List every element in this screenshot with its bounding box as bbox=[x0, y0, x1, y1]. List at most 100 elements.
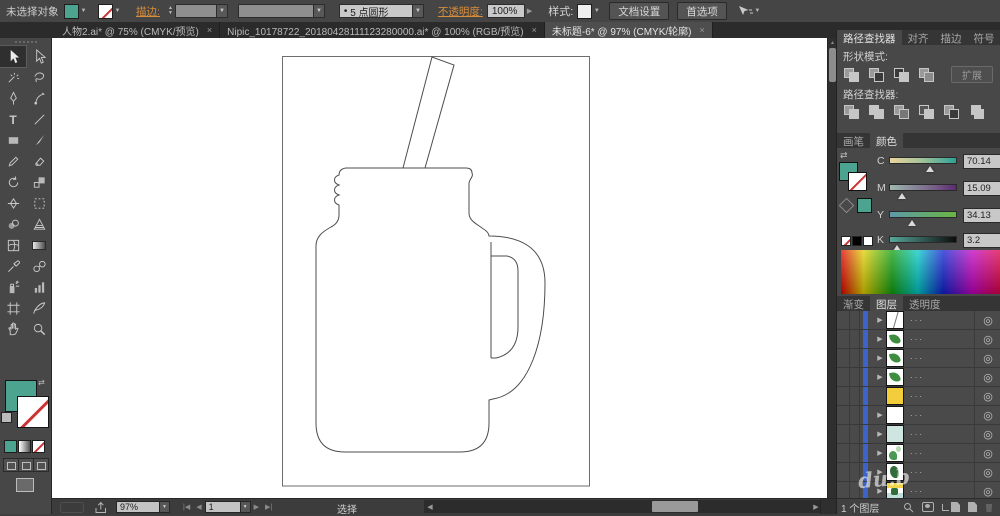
cyan-value[interactable]: 70.14 bbox=[963, 154, 1000, 169]
color-mode-button[interactable] bbox=[4, 440, 17, 453]
color-spectrum-bar[interactable] bbox=[841, 250, 1000, 294]
zoom-level-box[interactable]: 97% bbox=[116, 501, 160, 513]
fill-color-swatch[interactable] bbox=[64, 4, 79, 19]
stroke-color-swatch[interactable] bbox=[98, 4, 113, 19]
curvature-pen-tool[interactable] bbox=[26, 88, 52, 109]
hand-tool[interactable] bbox=[0, 319, 26, 340]
layer-row[interactable] bbox=[837, 463, 1000, 482]
layer-thumbnail[interactable] bbox=[886, 368, 904, 386]
last-artboard-icon[interactable] bbox=[265, 503, 272, 511]
perspective-grid-tool[interactable] bbox=[26, 214, 52, 235]
draw-inside-button[interactable] bbox=[34, 459, 48, 471]
layer-row[interactable] bbox=[837, 444, 1000, 463]
swap-fill-stroke-icon[interactable]: ⇄ bbox=[38, 378, 45, 387]
document-setup-button[interactable]: 文档设置 bbox=[609, 2, 669, 20]
locate-object-icon[interactable] bbox=[903, 502, 914, 513]
horizontal-scrollbar[interactable] bbox=[424, 500, 822, 513]
target-circle-icon[interactable] bbox=[974, 425, 1000, 443]
free-transform-tool[interactable] bbox=[26, 193, 52, 214]
expand-triangle-icon[interactable] bbox=[874, 316, 886, 324]
layer-thumbnail[interactable] bbox=[886, 444, 904, 462]
draw-behind-button[interactable] bbox=[19, 459, 34, 471]
rectangle-tool[interactable] bbox=[0, 130, 26, 151]
layer-row[interactable] bbox=[837, 482, 1000, 498]
clipping-mask-icon[interactable] bbox=[922, 502, 934, 512]
layer-row[interactable] bbox=[837, 425, 1000, 444]
expand-triangle-icon[interactable] bbox=[874, 430, 886, 438]
preferences-button[interactable]: 首选项 bbox=[677, 2, 727, 20]
merge-button[interactable] bbox=[893, 104, 911, 119]
expand-triangle-icon[interactable] bbox=[874, 354, 886, 362]
brush-preset-box[interactable]: • 5 点圆形 bbox=[339, 4, 413, 18]
close-tab-icon[interactable]: × bbox=[532, 25, 537, 35]
exclude-button[interactable] bbox=[918, 67, 936, 82]
stroke-weight-dropdown-icon[interactable] bbox=[217, 4, 228, 18]
minus-front-button[interactable] bbox=[868, 67, 886, 82]
line-segment-tool[interactable] bbox=[26, 109, 52, 130]
target-circle-icon[interactable] bbox=[974, 330, 1000, 348]
artboard-dropdown-icon[interactable] bbox=[241, 501, 251, 513]
gamut-color-chip[interactable] bbox=[857, 198, 872, 213]
cyan-slider[interactable] bbox=[889, 157, 957, 164]
yellow-slider[interactable] bbox=[889, 211, 957, 218]
width-profile-dropdown-icon[interactable] bbox=[314, 4, 325, 18]
expand-triangle-icon[interactable] bbox=[874, 487, 886, 495]
slice-tool[interactable] bbox=[26, 298, 52, 319]
close-tab-icon[interactable]: × bbox=[207, 25, 212, 35]
style-swatch[interactable] bbox=[577, 4, 592, 19]
layer-thumbnail[interactable] bbox=[886, 482, 904, 498]
blend-tool[interactable] bbox=[26, 256, 52, 277]
eyedropper-tool[interactable] bbox=[0, 256, 26, 277]
layer-thumbnail[interactable] bbox=[886, 311, 904, 329]
black-slider[interactable] bbox=[889, 236, 957, 243]
opacity-flyout-icon[interactable] bbox=[527, 7, 532, 15]
direct-selection-tool[interactable] bbox=[26, 46, 52, 67]
opacity-value-box[interactable]: 100% bbox=[487, 4, 525, 18]
symbol-sprayer-tool[interactable] bbox=[0, 277, 26, 298]
target-circle-icon[interactable] bbox=[974, 311, 1000, 329]
panel-grip[interactable] bbox=[0, 38, 51, 46]
type-tool[interactable]: T bbox=[0, 109, 26, 130]
tab-brushes[interactable]: 画笔 bbox=[837, 133, 870, 148]
layer-row[interactable] bbox=[837, 330, 1000, 349]
next-artboard-icon[interactable] bbox=[254, 503, 259, 511]
crop-button[interactable] bbox=[918, 104, 936, 119]
opacity-panel-link[interactable]: 不透明度: bbox=[438, 4, 483, 19]
mesh-tool[interactable] bbox=[0, 235, 26, 256]
target-circle-icon[interactable] bbox=[974, 482, 1000, 498]
layer-thumbnail[interactable] bbox=[886, 330, 904, 348]
expand-triangle-icon[interactable] bbox=[874, 449, 886, 457]
layer-thumbnail[interactable] bbox=[886, 387, 904, 405]
magenta-slider[interactable] bbox=[889, 184, 957, 191]
new-sublayer-icon[interactable] bbox=[942, 502, 960, 512]
tab-transparency[interactable]: 透明度 bbox=[903, 296, 947, 311]
white-swatch[interactable] bbox=[863, 236, 873, 246]
black-value[interactable]: 3.2 bbox=[963, 233, 1000, 248]
stroke-proxy-swatch[interactable] bbox=[17, 396, 49, 428]
scroll-left-icon[interactable] bbox=[424, 500, 436, 513]
layer-row[interactable] bbox=[837, 349, 1000, 368]
outline-button[interactable] bbox=[943, 104, 961, 119]
color-swap-icon[interactable]: ⇄ bbox=[840, 150, 848, 161]
gradient-mode-button[interactable] bbox=[18, 440, 31, 453]
pencil-tool[interactable] bbox=[0, 151, 26, 172]
yellow-value[interactable]: 34.13 bbox=[963, 208, 1000, 223]
zoom-dropdown-icon[interactable] bbox=[160, 501, 170, 513]
fill-dropdown-icon[interactable] bbox=[79, 4, 88, 19]
rotate-tool[interactable] bbox=[0, 172, 26, 193]
pointer-menu-icon[interactable] bbox=[737, 4, 762, 19]
selection-tool[interactable] bbox=[0, 46, 26, 67]
tab-gradient[interactable]: 渐变 bbox=[837, 296, 870, 311]
target-circle-icon[interactable] bbox=[974, 463, 1000, 481]
layer-row[interactable] bbox=[837, 368, 1000, 387]
brush-dropdown-icon[interactable] bbox=[413, 4, 424, 18]
expand-triangle-icon[interactable] bbox=[874, 335, 886, 343]
draw-normal-button[interactable] bbox=[4, 459, 19, 471]
stroke-panel-link[interactable]: 描边: bbox=[136, 4, 160, 19]
tab-color[interactable]: 颜色 bbox=[870, 133, 903, 148]
layer-thumbnail[interactable] bbox=[886, 463, 904, 481]
layer-row[interactable] bbox=[837, 311, 1000, 330]
paintbrush-tool[interactable] bbox=[26, 130, 52, 151]
mini-stroke-swatch[interactable] bbox=[848, 172, 867, 191]
gradient-tool[interactable] bbox=[26, 235, 52, 256]
